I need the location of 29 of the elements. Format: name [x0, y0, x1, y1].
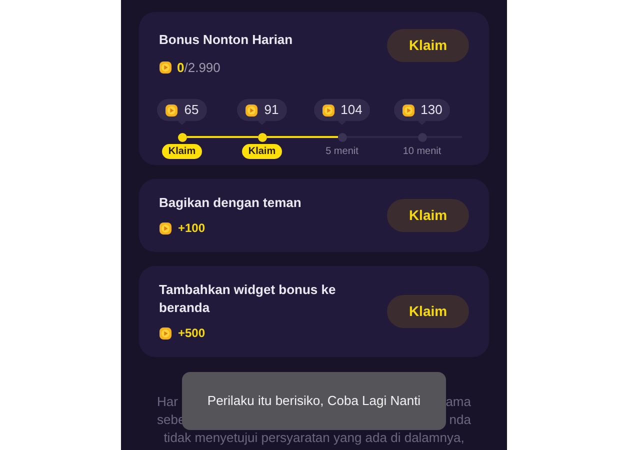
reward-amount: +100 — [178, 220, 206, 237]
reward-amount: 65 — [184, 101, 199, 120]
terms-text: Har — [157, 393, 178, 411]
time-label: 10 menit — [402, 145, 442, 159]
claim-badge[interactable]: Klaim — [162, 144, 202, 159]
terms-text: tidak menyetujui persyaratan yang ada di dalamnya, — [164, 429, 464, 447]
card-title: Bonus Nonton Harian — [159, 31, 293, 49]
terms-text: nda — [449, 411, 471, 429]
reward-amount: 130 — [420, 101, 442, 120]
terms-text: ama — [446, 393, 471, 411]
reward-amount: 104 — [340, 101, 362, 120]
coin-icon — [159, 222, 172, 234]
coin-icon — [402, 104, 415, 116]
claim-button[interactable]: Klaim — [387, 295, 469, 328]
reward-amount: +500 — [178, 325, 206, 342]
coin-icon — [322, 104, 335, 116]
coin-icon — [245, 104, 258, 116]
claim-button[interactable]: Klaim — [387, 199, 469, 232]
claim-button[interactable]: Klaim — [387, 29, 469, 62]
time-label: 5 menit — [326, 145, 358, 159]
coin-icon — [165, 104, 178, 116]
claim-badge[interactable]: Klaim — [242, 144, 282, 159]
task-title: Tambahkan widget bonus ke beranda — [159, 281, 337, 317]
reward-amount: 91 — [264, 101, 279, 120]
toast-message: Perilaku itu berisiko, Coba Lagi Nanti — [182, 372, 446, 430]
progress-count: 0/2.990 — [177, 58, 220, 76]
coin-icon — [159, 60, 172, 74]
coin-icon — [159, 326, 172, 340]
task-title: Bagikan dengan teman — [159, 194, 302, 212]
